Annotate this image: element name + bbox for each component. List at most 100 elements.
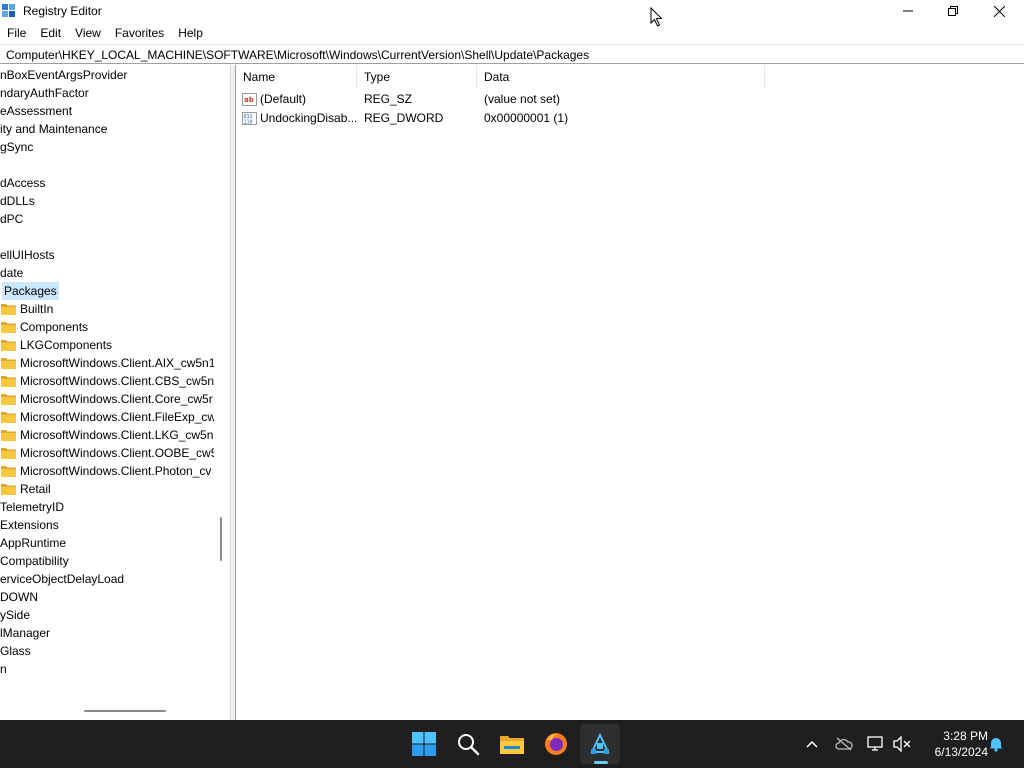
network-icon bbox=[867, 736, 883, 751]
values-pane: Name Type Data ab (Default) REG_SZ (valu… bbox=[235, 65, 1024, 720]
menu-favorites[interactable]: Favorites bbox=[108, 23, 171, 43]
column-header-type[interactable]: Type bbox=[357, 65, 477, 89]
tree-horizontal-scroll-thumb[interactable] bbox=[84, 710, 166, 712]
network-tray-button[interactable] bbox=[866, 734, 886, 754]
tree-folder-item[interactable]: MicrosoftWindows.Client.LKG_cw5n bbox=[0, 426, 214, 444]
menu-view[interactable]: View bbox=[68, 23, 108, 43]
file-explorer-button[interactable] bbox=[492, 724, 532, 764]
menu-file[interactable]: File bbox=[0, 23, 33, 43]
value-name: UndockingDisab... bbox=[260, 111, 356, 125]
tree-item[interactable]: ellUIHosts bbox=[0, 246, 214, 264]
window-title: Registry Editor bbox=[23, 4, 102, 18]
onedrive-tray-button[interactable] bbox=[834, 734, 854, 754]
registry-editor-taskbar-button[interactable] bbox=[580, 724, 620, 764]
tree-folder-item[interactable]: Retail bbox=[0, 480, 214, 498]
value-row[interactable]: 011 110 UndockingDisab... REG_DWORD 0x00… bbox=[236, 109, 1024, 128]
tree-vertical-scroll-thumb[interactable] bbox=[220, 517, 222, 561]
start-button[interactable] bbox=[404, 724, 444, 764]
notifications-button[interactable] bbox=[986, 734, 1006, 754]
tree-folder-item[interactable]: MicrosoftWindows.Client.AIX_cw5n1 bbox=[0, 354, 214, 372]
tree-item[interactable]: Glass bbox=[0, 642, 214, 660]
address-path[interactable]: Computer\HKEY_LOCAL_MACHINE\SOFTWARE\Mic… bbox=[6, 48, 589, 62]
column-header-name[interactable]: Name bbox=[236, 65, 357, 89]
tree-item[interactable]: ity and Maintenance bbox=[0, 120, 214, 138]
tree-item[interactable]: eAssessment bbox=[0, 102, 214, 120]
menu-help[interactable]: Help bbox=[171, 23, 210, 43]
folder-icon bbox=[1, 340, 16, 351]
tree-item[interactable]: gSync bbox=[0, 138, 214, 156]
tree-item[interactable]: DOWN bbox=[0, 588, 214, 606]
tree-item-label: MicrosoftWindows.Client.FileExp_cw bbox=[20, 410, 214, 424]
tree-item[interactable] bbox=[0, 228, 214, 246]
show-hidden-icons-button[interactable] bbox=[802, 734, 822, 754]
restore-icon bbox=[948, 6, 958, 16]
tree-folder-item[interactable]: MicrosoftWindows.Client.FileExp_cw bbox=[0, 408, 214, 426]
tree-item[interactable]: dDLLs bbox=[0, 192, 214, 210]
taskbar-clock[interactable]: 3:28 PM 6/13/2024 bbox=[918, 728, 988, 760]
tree-item-label: AppRuntime bbox=[0, 536, 67, 550]
firefox-icon bbox=[545, 733, 567, 755]
registry-editor-app-icon bbox=[2, 4, 15, 17]
tree-item[interactable]: n bbox=[0, 660, 214, 678]
tree-folder-item[interactable]: LKGComponents bbox=[0, 336, 214, 354]
tree-item[interactable]: lManager bbox=[0, 624, 214, 642]
value-type: REG_SZ bbox=[364, 92, 413, 106]
tree-item[interactable]: Packages bbox=[0, 282, 214, 300]
tree-vertical-scrollbar[interactable] bbox=[215, 65, 229, 705]
tree-folder-item[interactable]: Components bbox=[0, 318, 214, 336]
tree-item-label: ity and Maintenance bbox=[0, 122, 108, 136]
column-header-data[interactable]: Data bbox=[477, 65, 765, 89]
registry-editor-icon bbox=[590, 732, 610, 754]
bell-icon bbox=[989, 738, 1003, 752]
value-name: (Default) bbox=[260, 92, 307, 106]
menu-edit[interactable]: Edit bbox=[33, 23, 68, 43]
tree-item-label: LKGComponents bbox=[20, 338, 113, 352]
close-button[interactable] bbox=[976, 0, 1022, 22]
firefox-button[interactable] bbox=[536, 724, 576, 764]
tree-folder-item[interactable]: MicrosoftWindows.Client.OOBE_cw5 bbox=[0, 444, 214, 462]
tree-item-label: Components bbox=[20, 320, 89, 334]
tree-item-label: Glass bbox=[0, 644, 31, 658]
minimize-button[interactable] bbox=[885, 0, 931, 22]
tree-folder-item[interactable]: MicrosoftWindows.Client.Core_cw5r bbox=[0, 390, 214, 408]
tree-item[interactable]: dPC bbox=[0, 210, 214, 228]
volume-tray-button[interactable] bbox=[892, 734, 912, 754]
tree-item[interactable] bbox=[0, 156, 214, 174]
address-bar[interactable]: Computer\HKEY_LOCAL_MACHINE\SOFTWARE\Mic… bbox=[0, 44, 1024, 64]
file-explorer-icon bbox=[500, 736, 524, 754]
tree-item[interactable]: dAccess bbox=[0, 174, 214, 192]
tree-item[interactable]: Compatibility bbox=[0, 552, 214, 570]
string-value-icon: ab bbox=[242, 93, 257, 106]
svg-text:110: 110 bbox=[244, 120, 253, 126]
tree-item-label: MicrosoftWindows.Client.LKG_cw5n bbox=[20, 428, 214, 442]
value-row[interactable]: ab (Default) REG_SZ (value not set) bbox=[236, 90, 1024, 109]
minimize-icon bbox=[903, 10, 913, 12]
value-type: REG_DWORD bbox=[364, 111, 444, 125]
tree-item[interactable]: nBoxEventArgsProvider bbox=[0, 66, 214, 84]
tree-item[interactable]: AppRuntime bbox=[0, 534, 214, 552]
cloud-offline-icon bbox=[835, 737, 853, 751]
active-app-indicator bbox=[594, 761, 608, 764]
tree-folder-item[interactable]: BuiltIn bbox=[0, 300, 214, 318]
search-button[interactable] bbox=[448, 724, 488, 764]
folder-icon bbox=[1, 304, 16, 315]
restore-button[interactable] bbox=[930, 0, 976, 22]
tree-item[interactable]: Extensions bbox=[0, 516, 214, 534]
tree-item-label: Packages bbox=[2, 282, 59, 300]
tree-folder-item[interactable]: MicrosoftWindows.Client.CBS_cw5n bbox=[0, 372, 214, 390]
tree-item-label: dAccess bbox=[0, 176, 46, 190]
tree-item-label: MicrosoftWindows.Client.CBS_cw5n bbox=[20, 374, 214, 388]
tree-item[interactable]: date bbox=[0, 264, 214, 282]
tree-horizontal-scrollbar[interactable] bbox=[0, 705, 215, 719]
tree-folder-item[interactable]: MicrosoftWindows.Client.Photon_cv bbox=[0, 462, 214, 480]
tree-item[interactable]: erviceObjectDelayLoad bbox=[0, 570, 214, 588]
tree-item[interactable]: ySide bbox=[0, 606, 214, 624]
tree-item[interactable]: TelemetryID bbox=[0, 498, 214, 516]
tree-item-label: MicrosoftWindows.Client.OOBE_cw5 bbox=[20, 446, 214, 460]
tree-item-label: MicrosoftWindows.Client.AIX_cw5n1 bbox=[20, 356, 214, 370]
tree-item[interactable]: ndaryAuthFactor bbox=[0, 84, 214, 102]
tree-item-label: MicrosoftWindows.Client.Photon_cv bbox=[20, 464, 212, 478]
tree-item-label: Retail bbox=[20, 482, 51, 496]
folder-icon bbox=[1, 430, 16, 441]
value-data: (value not set) bbox=[484, 92, 561, 106]
